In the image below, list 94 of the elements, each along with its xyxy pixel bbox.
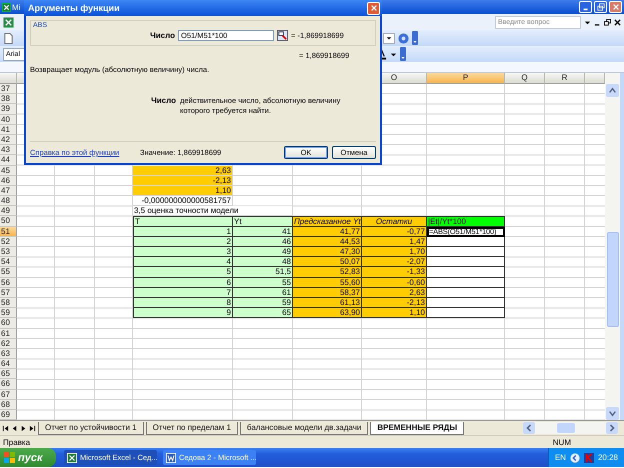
table-cell: -0,60: [362, 278, 427, 288]
row-header[interactable]: 55: [0, 267, 17, 278]
table-cell: 3,5 оценка точности модели: [133, 206, 293, 216]
sheet-tab[interactable]: ВРЕМЕННЫЕ РЯДЫ: [370, 422, 464, 434]
sheet-tab[interactable]: балансовые модели дв.задачи: [240, 422, 368, 434]
row-header[interactable]: 61: [0, 328, 17, 339]
num-lock-indicator: NUM: [552, 438, 571, 446]
table-cell: 41: [233, 226, 293, 237]
row-header[interactable]: 45: [0, 166, 17, 176]
table-cell: 46: [233, 236, 293, 247]
row-header[interactable]: 40: [0, 114, 17, 125]
sheet-tab[interactable]: Отчет по пределам 1: [146, 422, 238, 434]
row-header[interactable]: 66: [0, 379, 17, 390]
row-header[interactable]: 67: [0, 390, 17, 400]
row-header[interactable]: 42: [0, 134, 17, 146]
table-cell: 8: [133, 298, 233, 308]
table-cell: 50,07: [293, 257, 362, 268]
table-cell: 1,10: [133, 186, 233, 196]
table-cell: 63,90: [293, 308, 362, 318]
clock: 20:28: [598, 453, 618, 462]
column-header[interactable]: Q: [505, 73, 545, 84]
table-cell: 41,77: [293, 226, 362, 237]
row-header[interactable]: 38: [0, 94, 17, 104]
row-header[interactable]: 63: [0, 348, 17, 360]
table-cell: 49: [233, 247, 293, 258]
table-cell: 2: [133, 236, 233, 247]
row-header[interactable]: 51: [0, 226, 17, 237]
table-cell: 65: [233, 308, 293, 318]
row-header[interactable]: 49: [0, 206, 17, 216]
row-header[interactable]: 47: [0, 186, 17, 196]
row-header[interactable]: 52: [0, 236, 17, 247]
table-cell: 58,37: [293, 288, 362, 298]
table-cell: -2,13: [362, 298, 427, 308]
row-header[interactable]: 68: [0, 400, 17, 410]
table-cell: 55: [233, 278, 293, 288]
column-header[interactable]: R: [545, 73, 585, 84]
row-header[interactable]: 69: [0, 410, 17, 420]
row-header[interactable]: 64: [0, 359, 17, 370]
argument-label: Число: [150, 96, 176, 107]
table-cell: 55,60: [293, 278, 362, 288]
row-header[interactable]: 62: [0, 338, 17, 349]
window-title: Mi: [12, 2, 20, 12]
row-header[interactable]: 65: [0, 369, 17, 380]
table-cell: T: [133, 216, 233, 227]
row-header[interactable]: 59: [0, 308, 17, 318]
table-cell: 61,13: [293, 298, 362, 308]
row-header[interactable]: 48: [0, 196, 17, 206]
row-header[interactable]: 50: [0, 216, 17, 227]
start-button[interactable]: пуск: [0, 448, 56, 467]
table-cell: -2,13: [133, 176, 233, 186]
table-cell: -1,33: [362, 267, 427, 278]
table-cell: 1: [133, 226, 233, 237]
row-header[interactable]: 58: [0, 298, 17, 308]
row-header[interactable]: 44: [0, 155, 17, 166]
table-cell: Остатки: [362, 216, 427, 227]
row-header[interactable]: 43: [0, 145, 17, 156]
table-cell: 1,47: [362, 236, 427, 247]
table-cell: 47,30: [293, 247, 362, 258]
table-cell: 61: [233, 288, 293, 298]
table-cell: 51,5: [233, 267, 293, 278]
table-cell: Yt: [233, 216, 293, 227]
table-cell: 52,83: [293, 267, 362, 278]
argument-label: Число: [149, 31, 175, 40]
table-cell: 5: [133, 267, 233, 278]
table-cell: 2,63: [362, 288, 427, 298]
row-header[interactable]: 56: [0, 278, 17, 288]
row-header[interactable]: 41: [0, 124, 17, 135]
sheet-tab[interactable]: Отчет по устойчивости 1: [38, 422, 144, 434]
row-header[interactable]: 54: [0, 257, 17, 268]
table-cell: 9: [133, 308, 233, 318]
dialog-title: Аргументы функции: [28, 3, 121, 13]
table-cell: 2,63: [133, 166, 233, 176]
table-cell: 3: [133, 247, 233, 258]
row-header[interactable]: 37: [0, 84, 17, 94]
row-header[interactable]: 39: [0, 104, 17, 115]
table-cell: 1,10: [362, 308, 427, 318]
table-cell: 7: [133, 288, 233, 298]
table-cell: 1,70: [362, 247, 427, 258]
table-cell: Предсказанное Yt: [293, 216, 362, 227]
row-header[interactable]: 46: [0, 176, 17, 186]
table-cell: 6: [133, 278, 233, 288]
table-cell: -2,07: [362, 257, 427, 268]
table-cell: 59: [233, 298, 293, 308]
table-cell: -0,77: [362, 226, 427, 237]
row-header[interactable]: 53: [0, 247, 17, 258]
row-header[interactable]: 60: [0, 318, 17, 328]
status-text: Правка: [3, 438, 30, 446]
table-cell: 44,53: [293, 236, 362, 247]
table-cell: 48: [233, 257, 293, 268]
table-cell: 4: [133, 257, 233, 268]
row-header[interactable]: 57: [0, 288, 17, 298]
table-cell: |Et|/Yt*100: [427, 216, 505, 227]
table-cell: -0,000000000000581757: [133, 196, 233, 206]
column-header[interactable]: P: [427, 73, 505, 84]
